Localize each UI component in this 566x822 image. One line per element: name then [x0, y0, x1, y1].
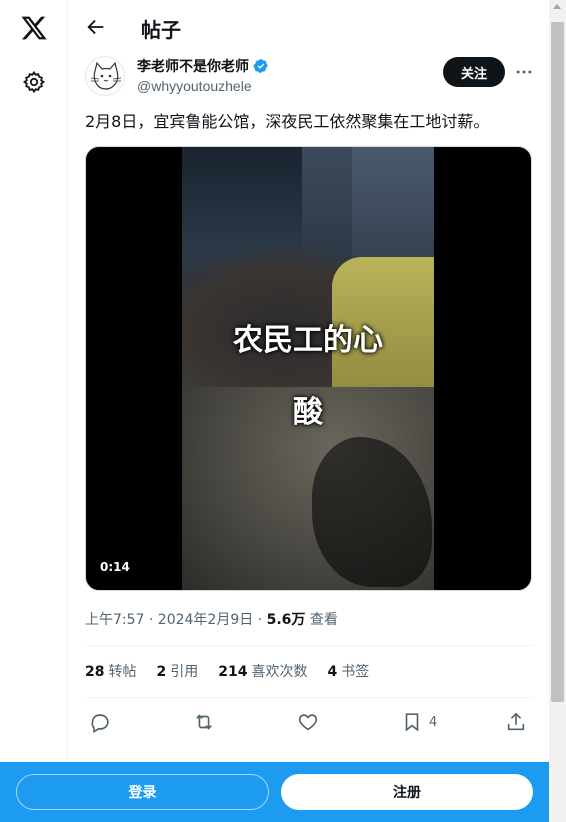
bookmark-button[interactable]: 4: [401, 708, 437, 736]
like-label: 喜欢次数: [251, 664, 308, 680]
back-arrow-icon[interactable]: [85, 16, 107, 38]
retweet-stat[interactable]: 28 转帖: [85, 661, 136, 681]
video-frame: [182, 147, 434, 590]
bookmark-icon: [405, 713, 419, 732]
share-button[interactable]: [505, 708, 527, 736]
video-duration: 0:14: [94, 558, 136, 576]
video-scene-building: [182, 147, 302, 257]
bookmark-stat[interactable]: 4 书签: [327, 661, 369, 681]
reply-icon: [91, 714, 109, 733]
retweet-button[interactable]: [193, 708, 215, 736]
header: 帖子: [69, 0, 549, 54]
view-count: 5.6万: [266, 612, 306, 628]
quote-count: 2: [156, 664, 167, 680]
divider: [85, 697, 533, 698]
author-handle[interactable]: @whyyoutouzhele: [137, 78, 252, 94]
signup-button[interactable]: 注册: [281, 774, 533, 810]
cat-avatar-icon: [86, 57, 124, 95]
quote-stat[interactable]: 2 引用: [156, 661, 198, 681]
login-button[interactable]: 登录: [16, 774, 269, 810]
bookmark-action-count: 4: [429, 714, 438, 730]
video-caption-line2: 酸: [293, 395, 323, 430]
tweet-meta: 上午7:57 · 2024年2月9日 · 5.6万 查看: [85, 609, 338, 629]
divider: [85, 645, 533, 646]
scroll-thumb[interactable]: [551, 22, 564, 702]
author-name[interactable]: 李老师不是你老师: [137, 56, 269, 76]
video-player[interactable]: 农民工的心 酸 0:14: [85, 146, 532, 591]
follow-button[interactable]: 关注: [443, 57, 505, 87]
like-icon: [298, 714, 318, 731]
reply-button[interactable]: [89, 708, 111, 736]
view-label: 查看: [305, 612, 338, 628]
page-title: 帖子: [141, 18, 181, 42]
more-icon: [516, 70, 532, 74]
tweet-stats: 28 转帖 2 引用 214 喜欢次数 4 书签: [85, 661, 369, 681]
more-button[interactable]: [512, 60, 536, 84]
retweet-count: 28: [85, 664, 105, 680]
tweet-timestamp[interactable]: 上午7:57 · 2024年2月9日 ·: [85, 612, 267, 628]
share-icon: [507, 712, 525, 731]
bookmark-count: 4: [327, 664, 338, 680]
like-count: 214: [218, 664, 248, 680]
bottom-signup-bar: 登录 注册: [0, 762, 549, 822]
retweet-label: 转帖: [108, 664, 137, 680]
avatar[interactable]: [85, 56, 125, 96]
like-button[interactable]: [297, 708, 319, 736]
like-stat[interactable]: 214 喜欢次数: [218, 661, 307, 681]
action-bar: 4: [85, 708, 533, 736]
tweet-text: 2月8日，宜宾鲁能公馆，深夜民工依然聚集在工地讨薪。: [85, 112, 490, 131]
scrollbar[interactable]: [549, 0, 566, 822]
retweet-icon: [196, 714, 212, 730]
quote-label: 引用: [170, 664, 199, 680]
video-caption-line1: 农民工的心: [233, 323, 383, 358]
main-column: 帖子 李老师不是你老师 @whyyoutouzhele 关注 2月8日，宜宾鲁能…: [69, 0, 549, 822]
bookmark-label: 书签: [341, 664, 370, 680]
scroll-up-arrow-icon[interactable]: [553, 4, 561, 9]
author-name-text[interactable]: 李老师不是你老师: [137, 56, 249, 76]
left-rail: [0, 0, 68, 822]
x-logo-icon[interactable]: [20, 14, 48, 42]
gear-icon[interactable]: [22, 70, 46, 94]
verified-badge-icon: [253, 59, 268, 73]
